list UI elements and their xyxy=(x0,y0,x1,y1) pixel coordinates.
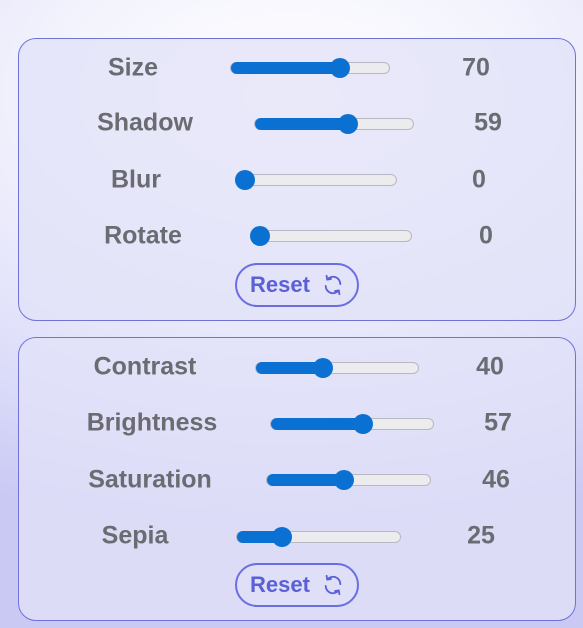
reset-button-label: Reset xyxy=(250,272,310,297)
size-label: Size xyxy=(107,53,159,82)
shadow-slider[interactable] xyxy=(254,114,414,134)
shadow-slider-fill xyxy=(255,118,348,130)
brightness-value: 57 xyxy=(484,408,512,437)
saturation-value: 46 xyxy=(482,465,510,494)
rotate-label: Rotate xyxy=(104,221,182,250)
blur-value: 0 xyxy=(472,165,486,194)
refresh-icon xyxy=(322,274,344,296)
blur-label: Blur xyxy=(111,165,161,194)
blur-slider-thumb[interactable] xyxy=(235,170,255,190)
sepia-slider[interactable] xyxy=(236,527,401,547)
reset-button-label: Reset xyxy=(250,572,310,597)
filter-panel: Contrast 40 Brightness 57 Saturation 46 … xyxy=(18,337,576,621)
contrast-slider[interactable] xyxy=(255,358,419,378)
size-slider-thumb[interactable] xyxy=(329,58,350,78)
saturation-slider-thumb[interactable] xyxy=(333,470,354,490)
size-value: 70 xyxy=(462,53,490,82)
contrast-value: 40 xyxy=(476,352,504,381)
size-slider-fill xyxy=(231,62,340,74)
brightness-slider[interactable] xyxy=(270,414,434,434)
size-slider[interactable] xyxy=(230,58,390,78)
shadow-label: Shadow xyxy=(97,108,193,137)
brightness-label: Brightness xyxy=(86,408,218,437)
transform-panel: Size 70 Shadow 59 Blur 0 Rotate 0 Reset xyxy=(18,38,576,321)
saturation-slider-fill xyxy=(267,474,344,486)
sepia-slider-thumb[interactable] xyxy=(272,527,293,547)
shadow-value: 59 xyxy=(474,108,502,137)
saturation-slider[interactable] xyxy=(266,470,431,490)
contrast-label: Contrast xyxy=(93,352,197,381)
saturation-label: Saturation xyxy=(88,465,212,494)
reset-button[interactable]: Reset xyxy=(235,263,359,307)
brightness-slider-thumb[interactable] xyxy=(353,414,374,434)
contrast-slider-thumb[interactable] xyxy=(313,358,334,378)
blur-slider[interactable] xyxy=(235,170,397,190)
rotate-value: 0 xyxy=(479,221,493,250)
reset-button[interactable]: Reset xyxy=(235,563,359,607)
refresh-icon xyxy=(322,574,344,596)
sepia-value: 25 xyxy=(467,521,495,550)
rotate-slider[interactable] xyxy=(250,226,412,246)
rotate-slider-thumb[interactable] xyxy=(250,226,270,246)
sepia-label: Sepia xyxy=(101,521,169,550)
shadow-slider-thumb[interactable] xyxy=(337,114,358,134)
brightness-slider-fill xyxy=(271,418,364,430)
